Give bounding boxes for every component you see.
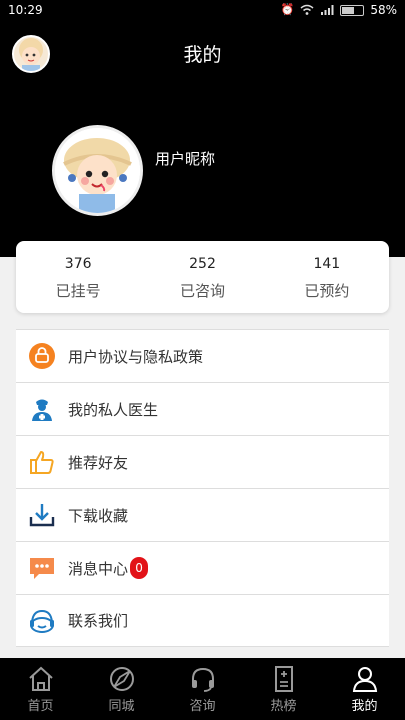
tab-label: 首页 — [27, 699, 54, 714]
stats-card: 376 已挂号 252 已咨询 141 已预约 — [16, 241, 389, 313]
menu-label: 我的私人医生 — [68, 400, 159, 419]
thumbs-up-icon — [28, 448, 56, 476]
menu-label: 消息中心 — [68, 559, 129, 578]
stat-label: 已挂号 — [55, 282, 101, 300]
tab-label: 咨询 — [189, 699, 216, 714]
headphones-icon — [191, 667, 214, 692]
stat-value: 252 — [189, 256, 216, 272]
list-icon — [274, 666, 293, 692]
tab-label: 我的 — [351, 699, 378, 714]
bottom-tab-bar: 首页 同城 咨询 热榜 我的 — [0, 658, 405, 720]
avatar[interactable] — [52, 125, 143, 216]
stat-value: 376 — [64, 256, 92, 272]
menu-list: 用户协议与隐私政策 我的私人医生 推荐好友 下载收藏 消息中心 0 联系我们 — [16, 329, 389, 647]
menu-label: 下载收藏 — [68, 506, 129, 525]
page-title: 我的 — [183, 44, 222, 66]
message-count-badge: 0 — [130, 557, 149, 579]
tab-home[interactable]: 首页 — [0, 658, 81, 720]
tab-local[interactable]: 同城 — [81, 658, 162, 720]
stat-label: 已预约 — [304, 282, 350, 300]
status-bar: 10:29 ⏰ 58% — [0, 0, 405, 22]
menu-label: 联系我们 — [68, 612, 129, 630]
stat-label: 已咨询 — [179, 282, 225, 300]
stat-registered[interactable]: 376 已挂号 — [16, 241, 140, 313]
menu-item-recommend[interactable]: 推荐好友 — [16, 435, 389, 488]
battery-icon — [340, 4, 365, 16]
wifi-icon — [300, 4, 314, 16]
doctor-icon — [28, 395, 56, 423]
menu-item-downloads[interactable]: 下载收藏 — [16, 488, 389, 541]
stat-booked[interactable]: 141 已预约 — [265, 241, 389, 313]
profile-header: 我的 用户昵称 — [0, 22, 405, 257]
tab-hot-list[interactable]: 热榜 — [243, 658, 324, 720]
agreement-icon — [28, 342, 56, 370]
stat-value: 141 — [313, 256, 341, 272]
menu-item-messages[interactable]: 消息中心 0 — [16, 541, 389, 594]
menu-label: 用户协议与隐私政策 — [68, 347, 204, 366]
tab-consult[interactable]: 咨询 — [162, 658, 243, 720]
alarm-icon: ⏰ — [280, 3, 295, 16]
stat-consulted[interactable]: 252 已咨询 — [140, 241, 264, 313]
status-right: ⏰ 58% — [280, 3, 397, 17]
tab-label: 热榜 — [270, 699, 297, 714]
status-time: 10:29 — [8, 3, 43, 17]
message-icon — [28, 554, 56, 582]
menu-item-private-doctor[interactable]: 我的私人医生 — [16, 382, 389, 435]
menu-label: 推荐好友 — [68, 453, 129, 472]
tab-label: 同城 — [108, 699, 135, 714]
menu-item-agreement[interactable]: 用户协议与隐私政策 — [16, 329, 389, 382]
menu-item-contact[interactable]: 联系我们 — [16, 594, 389, 647]
battery-percent: 58% — [370, 3, 397, 17]
tab-mine[interactable]: 我的 — [324, 658, 405, 720]
headset-icon — [28, 607, 56, 635]
home-icon — [28, 666, 53, 691]
nickname[interactable]: 用户昵称 — [155, 148, 215, 169]
user-icon — [352, 667, 377, 692]
signal-icon — [320, 4, 334, 16]
download-icon — [28, 501, 56, 529]
compass-icon — [109, 667, 134, 691]
